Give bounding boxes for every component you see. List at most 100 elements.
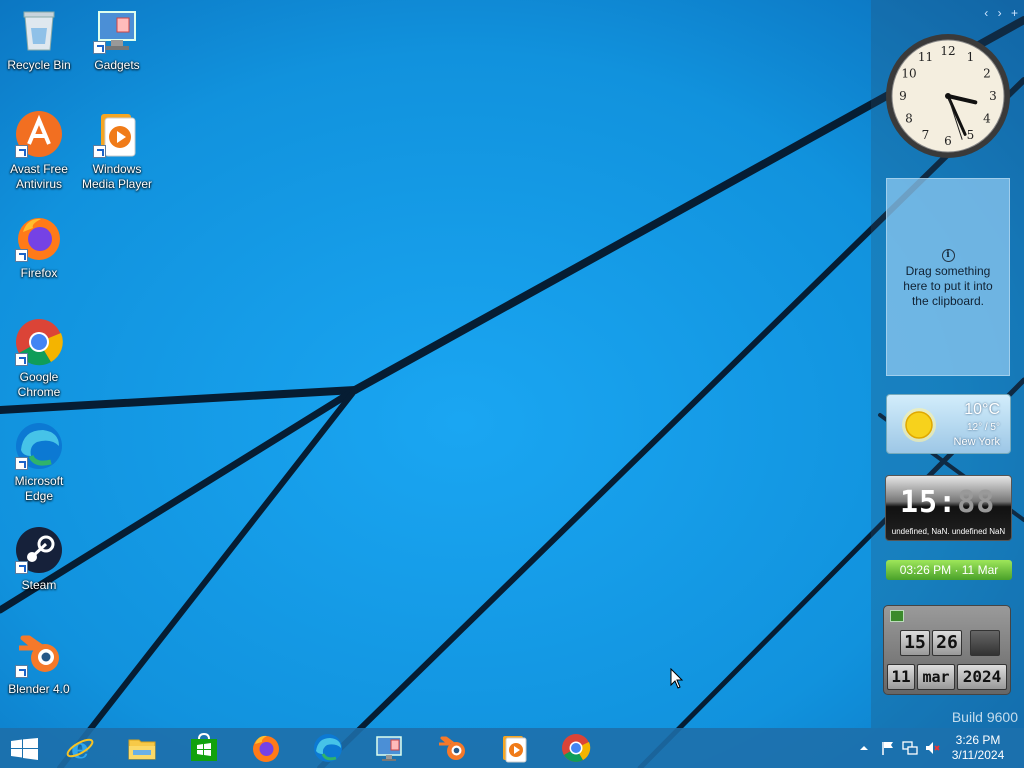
taskbar-windows-media-player[interactable]: [484, 728, 546, 768]
shortcut-arrow-icon: [93, 145, 106, 158]
clock-numeral: 11: [918, 50, 933, 64]
sidebar-add-gadget-button[interactable]: +: [1011, 6, 1018, 20]
chrome-icon: [15, 318, 63, 366]
taskbar-clock[interactable]: 3:26 PM 3/11/2024: [948, 733, 1008, 763]
flip-blank-tile: [970, 630, 1000, 656]
show-hidden-icons-icon[interactable]: [856, 740, 872, 756]
clock-numeral: 4: [983, 112, 991, 126]
clipboard-gadget[interactable]: i Drag something here to put it into the…: [886, 178, 1010, 376]
start-button[interactable]: [0, 728, 50, 768]
firefox-icon: [15, 214, 63, 262]
desktop-icon-label: Steam: [21, 578, 57, 592]
taskbar-firefox[interactable]: [236, 728, 298, 768]
desktop-icon-label: Google Chrome: [17, 370, 61, 399]
action-center-flag-icon[interactable]: [880, 740, 896, 756]
taskbar-time: 3:26 PM: [955, 733, 1001, 747]
taskbar-chrome[interactable]: [546, 728, 608, 768]
home-icon: [890, 610, 904, 622]
flip-minute-tile: 26: [932, 630, 962, 656]
desktop-icon-label: Recycle Bin: [7, 58, 71, 72]
shortcut-arrow-icon: [15, 249, 28, 262]
file-explorer-icon: [128, 739, 156, 760]
sidebar-controls: ‹ › +: [978, 6, 1018, 20]
desktop-icon-edge[interactable]: Microsoft Edge: [0, 422, 78, 504]
clock-numeral: 10: [901, 67, 916, 81]
clock-numeral: 8: [905, 112, 913, 126]
recycle-bin-icon: [15, 6, 63, 54]
desktop-icon-blender[interactable]: Blender 4.0: [0, 630, 78, 697]
clock-numeral: 6: [944, 134, 952, 148]
weather-range: 12° / 5°: [966, 422, 1000, 433]
digital-clock-time: 15:88: [900, 485, 995, 520]
sidebar-prev-button[interactable]: ‹: [984, 6, 988, 20]
digital-clock-minutes: 88: [957, 485, 996, 520]
weather-gadget[interactable]: 10°C 12° / 5° New York: [886, 394, 1011, 454]
shortcut-arrow-icon: [15, 561, 28, 574]
taskbar-internet-explorer[interactable]: e: [50, 728, 112, 768]
gadgets-icon: [376, 736, 402, 761]
shortcut-arrow-icon: [15, 457, 28, 470]
edge-icon: [15, 422, 63, 470]
sun-icon: [902, 408, 936, 442]
desktop-icon-chrome[interactable]: Google Chrome: [0, 318, 78, 400]
flip-day-tile: 11: [887, 664, 915, 690]
time-date-bar-gadget[interactable]: 03:26 PM · 11 Mar: [886, 560, 1012, 580]
weather-temperature: 10°C: [964, 401, 1000, 418]
windows-media-player-icon: [93, 110, 141, 158]
desktop-icon-label: Avast Free Antivirus: [10, 162, 68, 191]
firefox-icon: [253, 735, 279, 762]
desktop-icon-label: Windows Media Player: [81, 162, 153, 191]
store-icon: [191, 733, 217, 761]
chrome-icon: [562, 734, 591, 762]
analog-clock-gadget[interactable]: 1234567891011 12: [884, 32, 1012, 160]
clock-numeral: 2: [983, 67, 991, 81]
avast-icon: [15, 110, 63, 158]
internet-explorer-icon: e: [66, 733, 94, 763]
shortcut-arrow-icon: [15, 665, 28, 678]
blender-icon: [15, 630, 63, 678]
windows-media-player-icon: [503, 736, 527, 763]
desktop-icon-firefox[interactable]: Firefox: [0, 214, 78, 281]
desktop-icon-steam[interactable]: Steam: [0, 526, 78, 593]
clock-numeral: 1: [967, 50, 975, 64]
flip-year-tile: 2024: [957, 664, 1007, 690]
info-icon: i: [941, 249, 955, 262]
desktop-icon-windows-media-player[interactable]: Windows Media Player: [78, 110, 156, 192]
blender-icon: [439, 736, 465, 760]
steam-icon: [15, 526, 63, 574]
flip-hour-tile: 15: [900, 630, 930, 656]
taskbar-blender[interactable]: [422, 728, 484, 768]
weather-city: New York: [953, 436, 1000, 448]
taskbar-file-explorer[interactable]: [112, 728, 174, 768]
volume-muted-icon[interactable]: [924, 740, 940, 756]
desktop-icon-label: Blender 4.0: [8, 682, 70, 696]
gadgets-icon: [93, 6, 141, 54]
shortcut-arrow-icon: [15, 145, 28, 158]
desktop-icon-avast[interactable]: Avast Free Antivirus: [0, 110, 78, 192]
flip-month-tile: mar: [917, 664, 955, 690]
clock-numeral: 12: [940, 44, 955, 58]
taskbar-gadgets[interactable]: [360, 728, 422, 768]
digital-clock-date: undefined, NaN. undefined NaN: [891, 527, 1006, 536]
sidebar-next-button[interactable]: ›: [998, 6, 1002, 20]
desktop-icon-label: Gadgets: [94, 58, 140, 72]
clock-numeral: 7: [922, 128, 930, 142]
digital-clock-gadget[interactable]: 15:88 undefined, NaN. undefined NaN: [885, 475, 1012, 541]
edge-icon: [314, 734, 342, 762]
windows-logo-icon: [11, 738, 38, 760]
taskbar: e 3:26 PM 3/11/2024: [0, 728, 1024, 768]
desktop-icon-recycle-bin[interactable]: Recycle Bin: [0, 6, 78, 73]
network-icon[interactable]: [902, 740, 918, 756]
clock-numeral: 5: [967, 128, 975, 142]
mouse-cursor-icon: [670, 668, 684, 689]
desktop-icon-label: Firefox: [20, 266, 58, 280]
flip-clock-gadget[interactable]: 15 26 11 mar 2024: [883, 605, 1011, 695]
svg-text:e: e: [71, 733, 89, 763]
digital-clock-hours: 15:: [900, 485, 958, 520]
desktop-icon-gadgets[interactable]: Gadgets: [78, 6, 156, 73]
desktop-icon-label: Microsoft Edge: [14, 474, 64, 503]
clock-numeral: 9: [899, 89, 907, 103]
build-watermark: Build 9600: [951, 709, 1018, 725]
taskbar-edge[interactable]: [298, 728, 360, 768]
taskbar-store[interactable]: [174, 728, 236, 768]
